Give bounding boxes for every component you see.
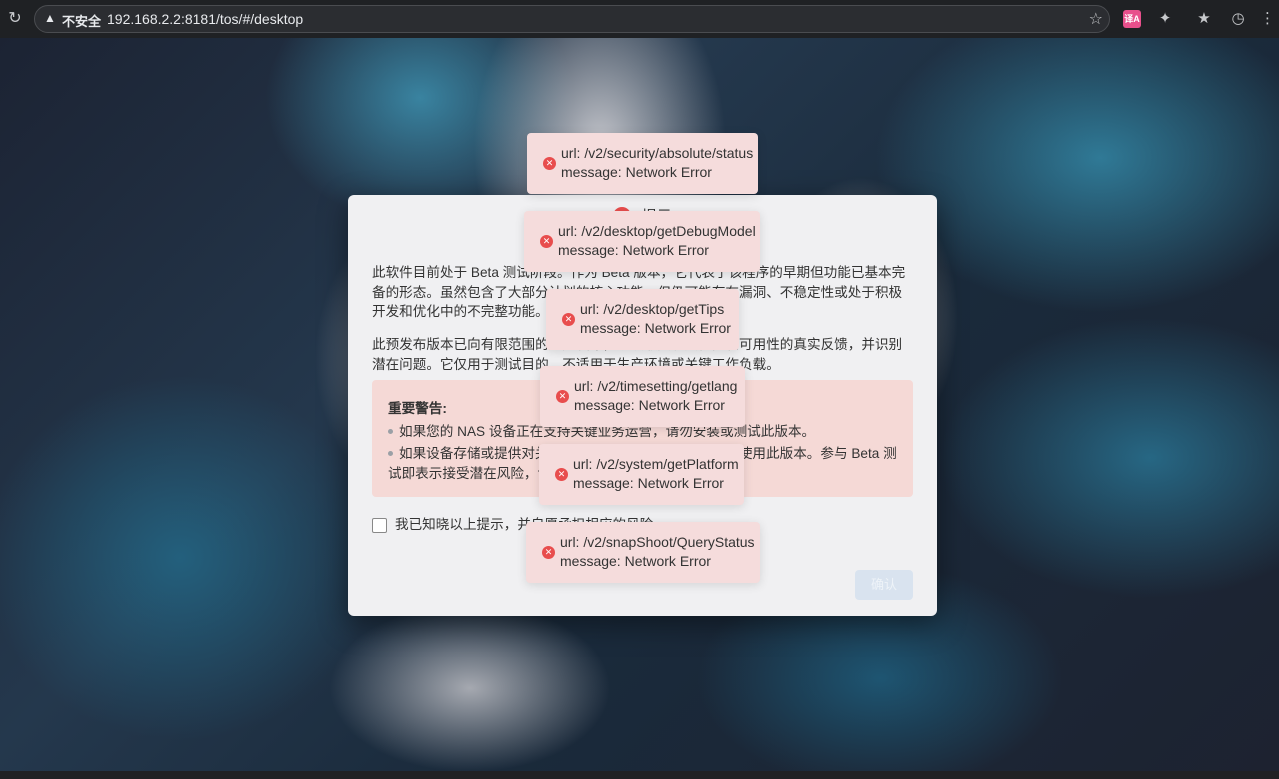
browser-toolbar: ↻ ▲ 不安全 192.168.2.2:8181/tos/#/desktop ☆… [0,0,1279,38]
error-toast[interactable]: ✕ url: /v2/timesetting/getlang message: … [540,366,745,427]
error-icon: ✕ [540,235,553,248]
extensions-icon[interactable]: ✦ [1156,10,1174,28]
error-toast[interactable]: ✕ url: /v2/desktop/getTips message: Netw… [546,289,739,350]
toast-message: message: Network Error [580,320,731,336]
toast-url: url: /v2/security/absolute/status [561,145,754,161]
error-toast[interactable]: ✕ url: /v2/snapShoot/QueryStatus message… [526,522,760,583]
error-toast[interactable]: ✕ url: /v2/desktop/getDebugModel message… [524,211,760,272]
address-bar[interactable]: ▲ 不安全 192.168.2.2:8181/tos/#/desktop ☆ [34,5,1110,33]
toast-url: url: /v2/desktop/getTips [580,301,725,317]
toast-url: url: /v2/snapShoot/QueryStatus [560,534,755,550]
toast-url: url: /v2/desktop/getDebugModel [558,223,756,239]
translate-icon[interactable]: 译A [1123,10,1141,28]
toast-message: message: Network Error [573,475,724,491]
toast-message: message: Network Error [560,553,711,569]
bullet-icon [388,450,393,456]
error-icon: ✕ [562,313,575,326]
error-icon: ✕ [543,157,556,170]
toast-url: url: /v2/timesetting/getlang [574,378,738,394]
error-toast[interactable]: ✕ url: /v2/security/absolute/status mess… [527,133,758,194]
star-icon[interactable]: ☆ [1089,9,1103,29]
insecure-label[interactable]: 不安全 [62,11,101,30]
address-url[interactable]: 192.168.2.2:8181/tos/#/desktop [107,11,303,27]
agree-checkbox[interactable] [372,517,387,533]
error-icon: ✕ [556,390,569,403]
error-icon: ✕ [555,468,568,481]
more-icon[interactable]: ⋮ [1260,10,1275,28]
reload-icon[interactable]: ↻ [6,10,24,28]
error-toast[interactable]: ✕ url: /v2/system/getPlatform message: N… [539,444,744,505]
favorites-icon[interactable]: ★ [1195,10,1213,28]
warning-title: 重要警告: [388,401,447,416]
toast-url: url: /v2/system/getPlatform [573,456,739,472]
confirm-button[interactable]: 确认 [855,570,913,600]
toast-message: message: Network Error [561,164,712,180]
bullet-icon [388,428,393,434]
history-icon[interactable]: ◷ [1229,10,1247,28]
warning-icon[interactable]: ▲ [44,11,56,25]
error-icon: ✕ [542,546,555,559]
toast-message: message: Network Error [558,242,709,258]
toast-message: message: Network Error [574,397,725,413]
bottom-border [0,771,1279,779]
